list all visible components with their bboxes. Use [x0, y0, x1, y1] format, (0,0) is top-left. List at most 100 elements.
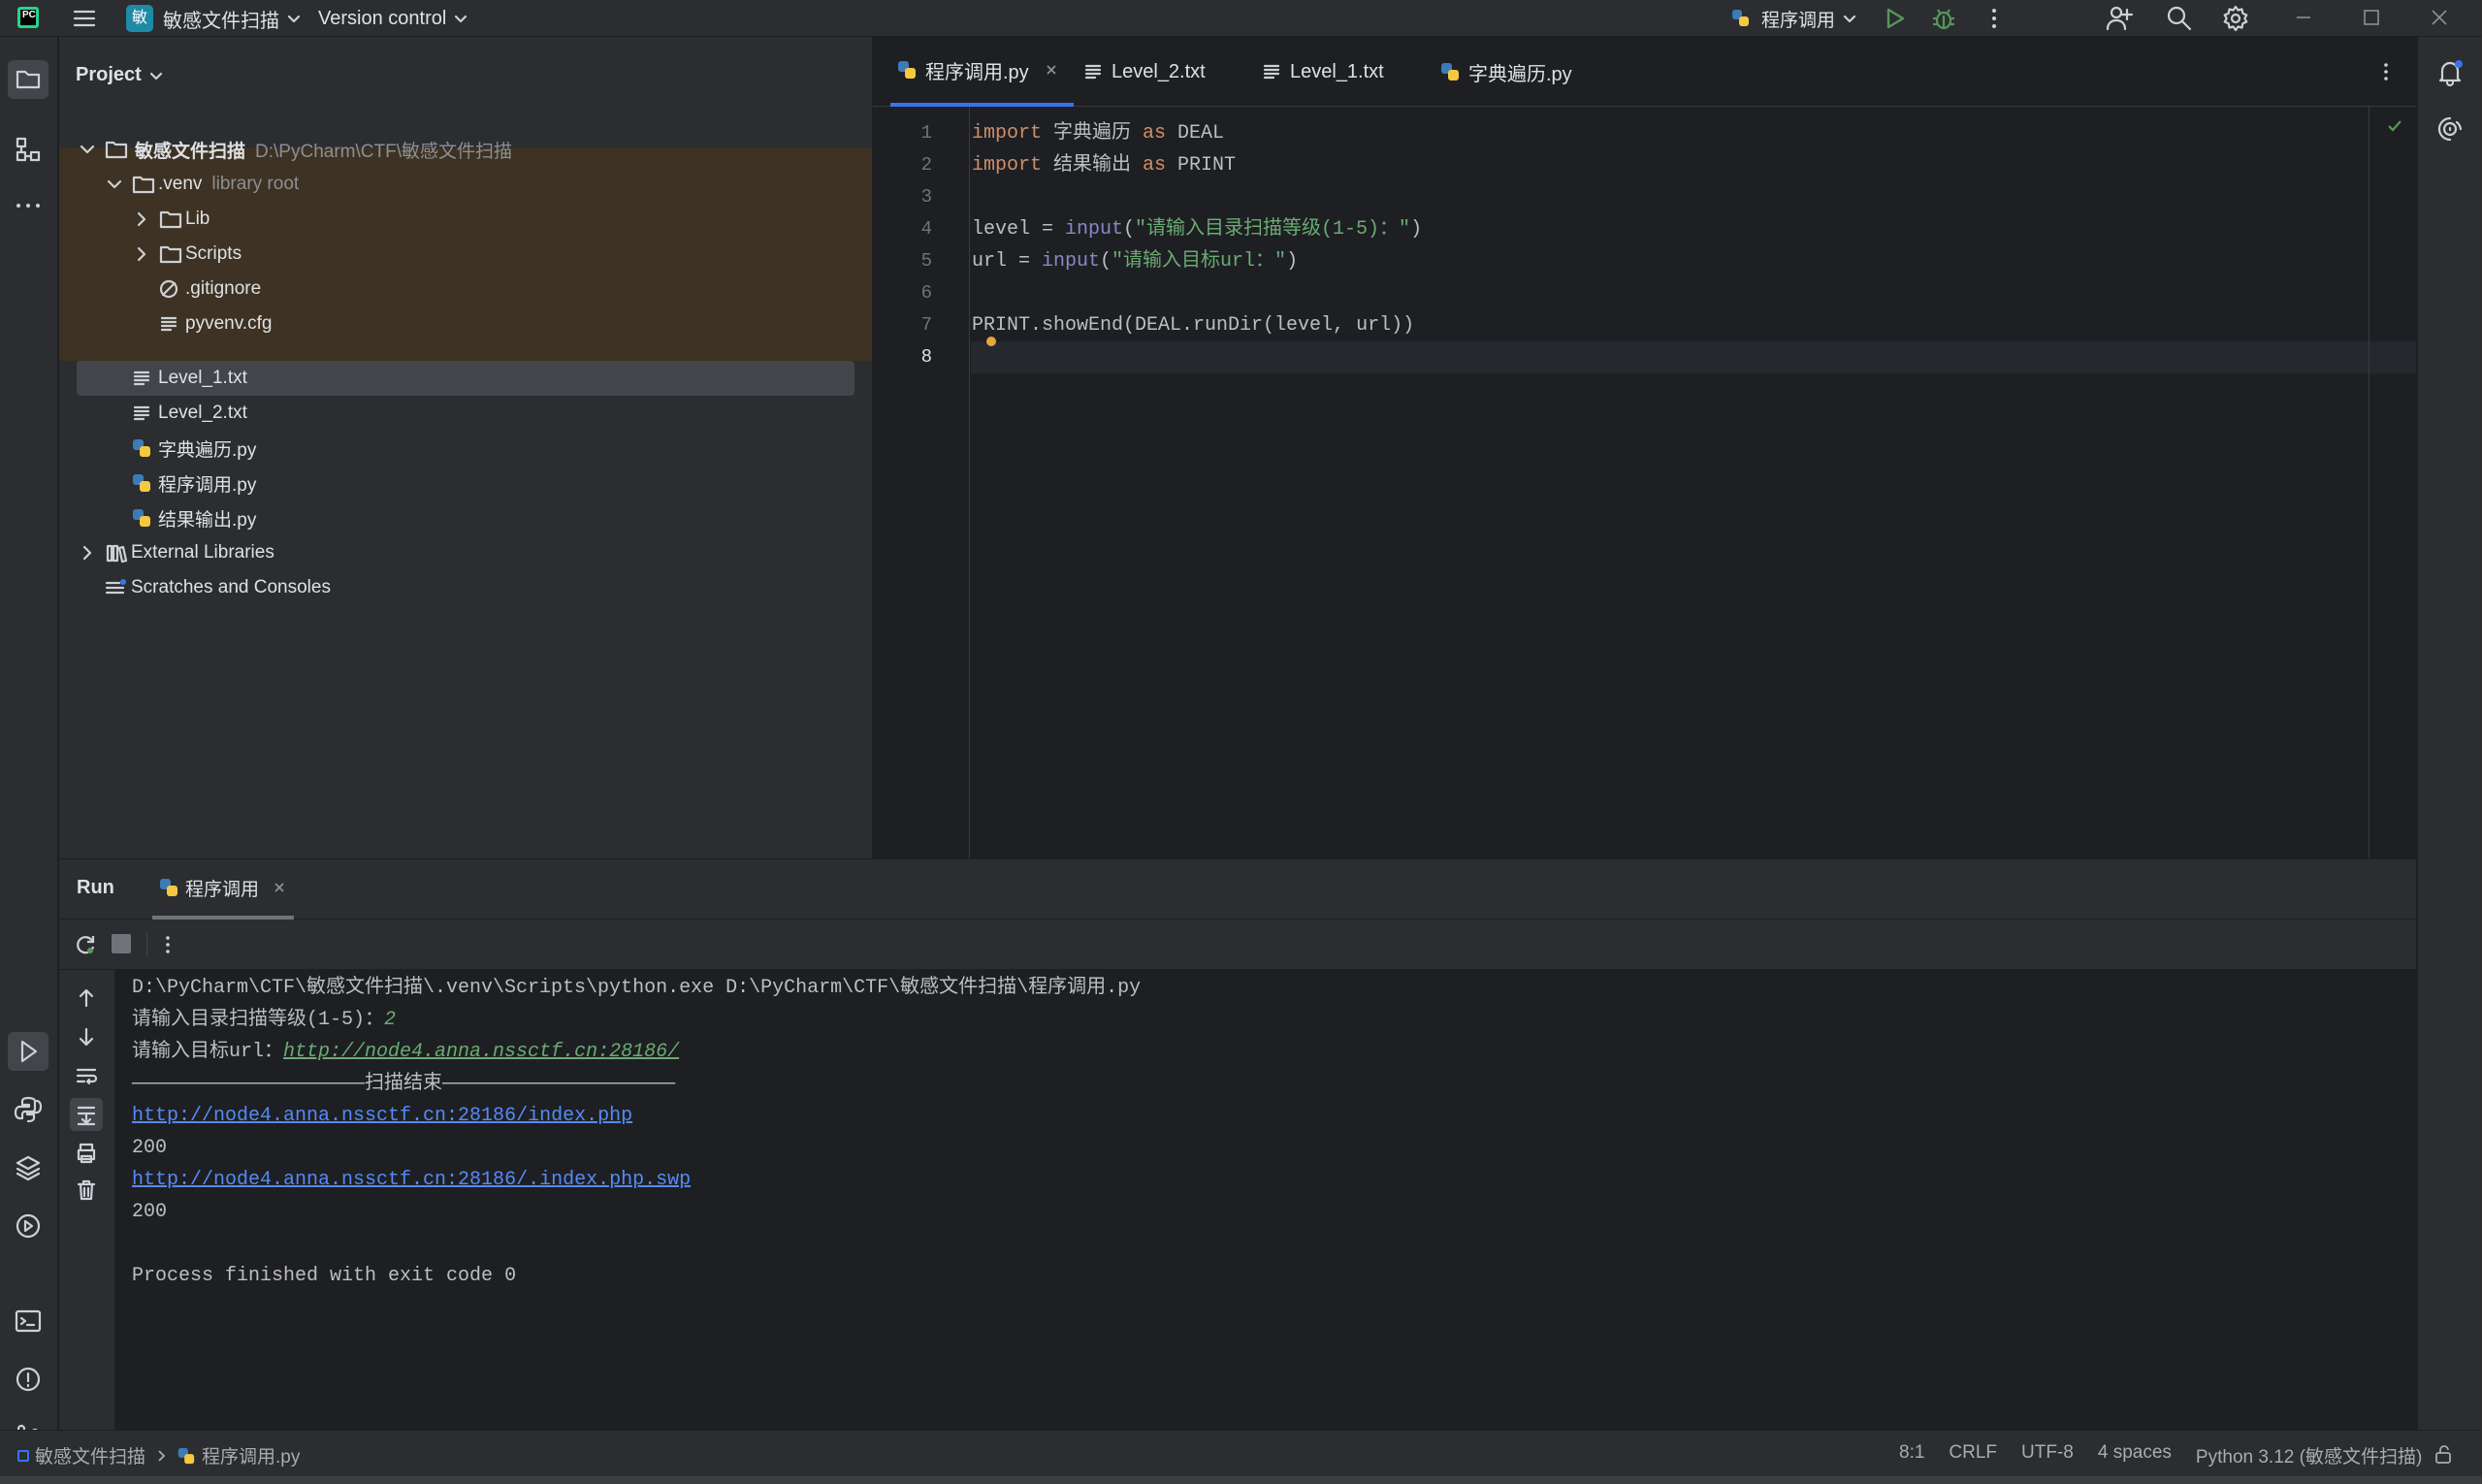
tree-item-venv[interactable]: .venv library root [77, 167, 854, 202]
ai-assistant-icon[interactable] [2435, 114, 2465, 144]
terminal-icon[interactable] [13, 1306, 44, 1337]
code-area[interactable]: import 字典遍历 as DEAL import 结果输出 as PRINT… [873, 107, 2367, 858]
python-console-icon[interactable] [13, 1094, 44, 1125]
file-encoding[interactable]: UTF-8 [2021, 1442, 2074, 1468]
trash-icon[interactable] [74, 1178, 99, 1203]
project-tool-window: Project 敏感文件扫描 D:\PyCharm\CTF\敏感文件扫描 .ve… [59, 37, 872, 858]
editor-area: 程序调用.py Level_2.txt Level_1.txt 字典遍历.py … [873, 37, 2416, 858]
folder-icon [132, 176, 155, 194]
console-result-link[interactable]: http://node4.anna.nssctf.cn:28186/index.… [132, 1100, 632, 1132]
soft-wrap-icon[interactable] [74, 1063, 99, 1088]
tree-item-label: Scripts [185, 243, 242, 264]
line-separator[interactable]: CRLF [1949, 1442, 1997, 1468]
breadcrumb-file[interactable]: 程序调用.py [202, 1442, 300, 1468]
scroll-down-icon[interactable] [74, 1024, 99, 1049]
tab-program-call-py[interactable]: 程序调用.py [890, 37, 1074, 107]
tree-item-scratches[interactable]: Scratches and Consoles [77, 570, 854, 605]
run-tool-button[interactable] [8, 1032, 48, 1071]
tree-item-label: .venv [158, 174, 203, 194]
project-view-selector[interactable]: Project [76, 64, 165, 86]
toolbar-separator [146, 933, 147, 956]
project-selector[interactable]: 敏 敏感文件扫描 [126, 4, 303, 33]
console-result-link[interactable]: http://node4.anna.nssctf.cn:28186/.index… [132, 1164, 691, 1196]
no-problems-check-icon[interactable] [2385, 116, 2404, 136]
more-tools-icon[interactable] [13, 190, 44, 221]
console-status-code: 200 [132, 1137, 168, 1159]
tree-item-pyvenv-cfg[interactable]: pyvenv.cfg [77, 306, 854, 341]
tree-item-path: D:\PyCharm\CTF\敏感文件扫描 [255, 141, 512, 162]
tab-level2-txt[interactable]: Level_2.txt [1082, 37, 1206, 107]
project-tool-button[interactable] [8, 60, 48, 99]
text-file-icon [133, 371, 150, 386]
stop-icon[interactable] [112, 934, 131, 953]
run-config-selector[interactable]: 程序调用 [1730, 4, 1858, 33]
tree-item-level2[interactable]: Level_2.txt [77, 396, 854, 431]
text-file-icon [1084, 64, 1102, 80]
tree-item-label: 字典遍历.py [158, 439, 257, 461]
maximize-window-icon[interactable] [2360, 6, 2383, 29]
print-icon[interactable] [74, 1141, 99, 1166]
code-with-me-icon[interactable] [2105, 4, 2134, 33]
python-packages-icon[interactable] [13, 1152, 44, 1183]
more-options-icon[interactable] [156, 933, 179, 956]
scratches-icon [105, 579, 126, 595]
tab-label: Level_1.txt [1290, 60, 1384, 82]
breadcrumb-project[interactable]: 敏感文件扫描 [35, 1442, 145, 1468]
tree-item-program-call-py[interactable]: 程序调用.py [77, 466, 854, 500]
code-line-2: import 结果输出 as PRINT [972, 154, 1237, 177]
caret-position[interactable]: 8:1 [1899, 1442, 1924, 1468]
scroll-up-icon[interactable] [74, 985, 99, 1011]
library-icon [106, 544, 128, 564]
tree-item-label: 结果输出.py [158, 509, 257, 531]
run-config-label: 程序调用 [1761, 10, 1836, 31]
more-actions-icon[interactable] [1982, 6, 2007, 31]
debug-button[interactable] [1931, 6, 1956, 31]
main-menu-icon[interactable] [72, 6, 97, 31]
problems-icon[interactable] [13, 1364, 44, 1395]
intention-bulb-icon[interactable] [986, 337, 996, 346]
run-tab-program-call[interactable]: 程序调用 [152, 859, 295, 919]
tree-item-label: External Libraries [131, 542, 274, 563]
tree-item-label: 敏感文件扫描 [135, 141, 246, 162]
python-interpreter[interactable]: Python 3.12 (敏感文件扫描) [2196, 1442, 2422, 1468]
tree-item-gitignore[interactable]: .gitignore [77, 272, 854, 306]
tab-dict-traverse-py[interactable]: 字典遍历.py [1439, 37, 1572, 107]
minimize-window-icon[interactable] [2292, 6, 2315, 29]
scroll-to-end-button[interactable] [70, 1098, 103, 1131]
structure-tool-icon[interactable] [13, 134, 44, 165]
console-input-url-link[interactable]: http://node4.anna.nssctf.cn:28186/ [283, 1041, 679, 1063]
version-control-menu[interactable]: Version control [318, 4, 469, 33]
tab-options-icon[interactable] [2374, 60, 2398, 83]
panel-divider[interactable] [872, 37, 873, 858]
debug-bug-icon [1933, 9, 1954, 30]
notifications-bell-icon[interactable] [2435, 58, 2465, 87]
console-output[interactable]: D:\PyCharm\CTF\敏感文件扫描\.venv\Scripts\pyth… [114, 970, 2416, 1430]
close-window-icon[interactable] [2428, 6, 2451, 29]
tree-item-result-output-py[interactable]: 结果输出.py [77, 500, 854, 535]
search-icon[interactable] [2165, 4, 2194, 33]
services-icon[interactable] [13, 1210, 44, 1242]
run-button[interactable] [1882, 6, 1907, 31]
tree-item-dict-traverse-py[interactable]: 字典遍历.py [77, 431, 854, 466]
tree-item-project-root[interactable]: 敏感文件扫描 D:\PyCharm\CTF\敏感文件扫描 [77, 132, 854, 167]
tree-item-label: Lib [185, 209, 210, 229]
tree-item-label: pyvenv.cfg [185, 313, 273, 334]
rerun-icon[interactable] [73, 932, 98, 957]
navigation-breadcrumb: 敏感文件扫描 程序调用.py [17, 1442, 300, 1468]
python-file-icon [133, 474, 150, 492]
project-name: 敏感文件扫描 [163, 10, 279, 32]
tree-item-lib[interactable]: Lib [77, 202, 854, 237]
console-status-code: 200 [132, 1201, 168, 1223]
read-only-lock-icon[interactable] [2433, 1443, 2454, 1465]
version-control-label: Version control [318, 7, 447, 29]
python-icon [1732, 10, 1749, 26]
status-widgets: 8:1 CRLF UTF-8 4 spaces Python 3.12 (敏感文… [1899, 1442, 2422, 1468]
tree-item-level1[interactable]: Level_1.txt [77, 361, 854, 396]
tab-level1-txt[interactable]: Level_1.txt [1261, 37, 1384, 107]
tree-item-scripts[interactable]: Scripts [77, 237, 854, 272]
tree-item-external-libraries[interactable]: External Libraries [77, 535, 854, 570]
settings-gear-icon[interactable] [2221, 4, 2250, 33]
indent-setting[interactable]: 4 spaces [2098, 1442, 2172, 1468]
chevron-right-icon [82, 545, 92, 561]
run-tool-icon [20, 1040, 38, 1063]
